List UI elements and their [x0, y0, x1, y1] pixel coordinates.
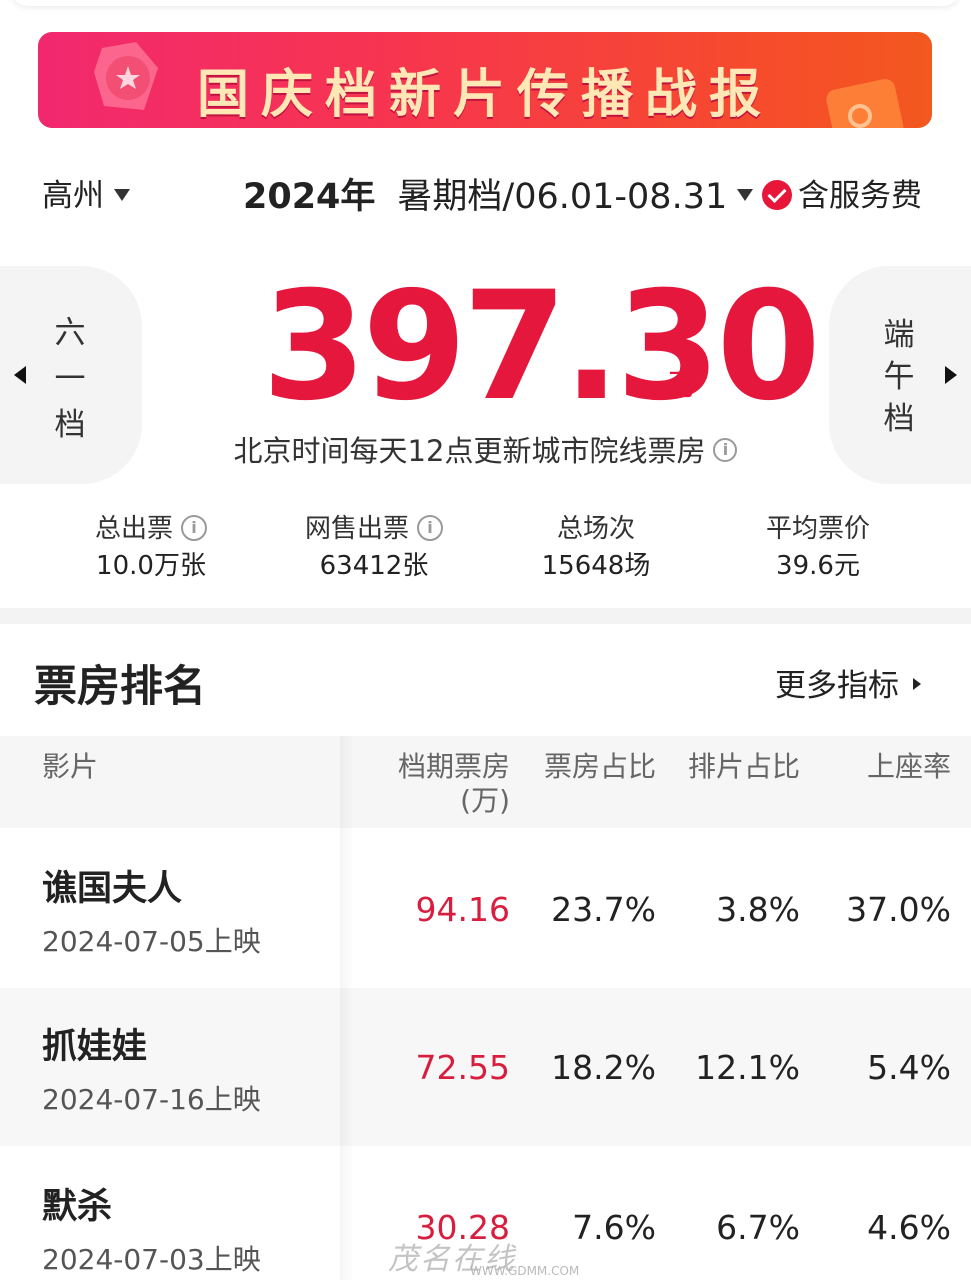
cell-occupancy: 5.4%	[867, 1048, 951, 1087]
film-name: 抓娃娃	[42, 1027, 148, 1067]
film-name: 默杀	[42, 1187, 113, 1227]
cell-screening-share: 3.8%	[716, 890, 800, 929]
watermark-url: WWW.GDMM.COM	[470, 1264, 580, 1278]
cell-box-share: 18.2%	[551, 1048, 656, 1087]
stat-label: 网售出票	[304, 514, 409, 544]
cell-box-share: 23.7%	[551, 890, 656, 929]
year-label: 2024年	[243, 177, 376, 217]
cell-screening-share: 12.1%	[695, 1048, 800, 1087]
info-icon[interactable]: i	[713, 438, 738, 462]
section-title: 票房排名	[34, 662, 206, 712]
city-label: 高州	[42, 178, 104, 214]
section-divider	[0, 608, 971, 624]
chevron-down-icon	[114, 188, 130, 201]
city-selector[interactable]: 高州	[42, 170, 130, 215]
film-release-date: 2024-07-05上映	[42, 925, 261, 958]
header-box-office-label: 档期票房	[397, 750, 510, 783]
table-row[interactable]: 抓娃娃 2024-07-16上映 72.55 18.2% 12.1% 5.4%	[0, 988, 971, 1146]
stat-value: 15648场	[541, 551, 651, 581]
chevron-down-icon	[737, 189, 754, 201]
total-box-office: 397.30	[262, 260, 821, 434]
table-header: 影片 档期票房 (万) 票房占比 排片占比 上座率	[0, 736, 971, 828]
stat-avg-price: 平均票价 39.6元	[708, 510, 928, 584]
stat-total-tickets: 总出票 i 10.0万张	[41, 510, 261, 584]
total-box-office-unit: 万	[668, 368, 698, 403]
promo-banner[interactable]: 国庆档新片传播战报	[38, 32, 932, 128]
banner-title: 国庆档新片传播战报	[196, 64, 773, 125]
header-box-office-unit: (万)	[460, 784, 510, 817]
film-name: 谯国夫人	[42, 869, 183, 909]
header-film: 影片	[42, 750, 99, 783]
filter-row: 高州 2024年 暑期档/06.01-08.31 含服务费	[0, 168, 971, 219]
header-occupancy[interactable]: 上座率	[820, 750, 951, 784]
update-note: 北京时间每天12点更新城市院线票房 i	[0, 428, 971, 470]
header-box-share[interactable]: 票房占比	[524, 750, 656, 784]
stat-value: 63412张	[319, 551, 429, 581]
stat-label: 总出票	[94, 514, 173, 544]
top-card-edge	[10, 0, 961, 6]
check-icon	[762, 179, 792, 210]
header-box-office[interactable]: 档期票房 (万)	[380, 750, 510, 818]
period-label: 暑期档/06.01-08.31	[397, 177, 728, 217]
more-metrics-link[interactable]: 更多指标	[775, 660, 921, 705]
arrow-right-icon	[945, 366, 957, 384]
stat-total-shows: 总场次 15648场	[486, 510, 706, 584]
caret-right-icon	[913, 677, 921, 690]
period-selector[interactable]: 2024年 暑期档/06.01-08.31	[243, 168, 754, 219]
update-note-text: 北京时间每天12点更新城市院线票房	[233, 434, 706, 468]
stat-label: 总场次	[556, 514, 635, 544]
cell-occupancy: 4.6%	[867, 1208, 951, 1247]
sticky-column-shadow	[340, 736, 354, 1280]
cell-occupancy: 37.0%	[846, 890, 951, 929]
cell-box-share: 7.6%	[572, 1208, 656, 1247]
ticket-icon	[826, 79, 904, 128]
stats-row: 总出票 i 10.0万张 网售出票 i 63412张 总场次 15648场 平均票价…	[0, 510, 971, 590]
service-fee-toggle[interactable]: 含服务费	[762, 170, 922, 215]
cell-screening-share: 6.7%	[716, 1208, 800, 1247]
film-release-date: 2024-07-03上映	[42, 1243, 261, 1276]
stat-value: 39.6元	[776, 551, 860, 581]
arrow-left-icon	[14, 366, 26, 384]
stat-label: 平均票价	[765, 514, 870, 544]
table-row[interactable]: 谯国夫人 2024-07-05上映 94.16 23.7% 3.8% 37.0%	[0, 830, 971, 988]
stat-online-tickets: 网售出票 i 63412张	[264, 510, 484, 584]
stat-value: 10.0万张	[96, 551, 206, 581]
more-metrics-label: 更多指标	[775, 668, 899, 704]
info-icon[interactable]: i	[181, 514, 207, 541]
header-screening-share[interactable]: 排片占比	[668, 750, 800, 784]
film-release-date: 2024-07-16上映	[42, 1083, 261, 1116]
cell-box-office: 94.16	[415, 890, 510, 929]
info-icon[interactable]: i	[417, 514, 443, 541]
service-fee-label: 含服务费	[798, 178, 922, 214]
cell-box-office: 72.55	[415, 1048, 510, 1087]
next-period-label: 端午档	[883, 317, 915, 437]
